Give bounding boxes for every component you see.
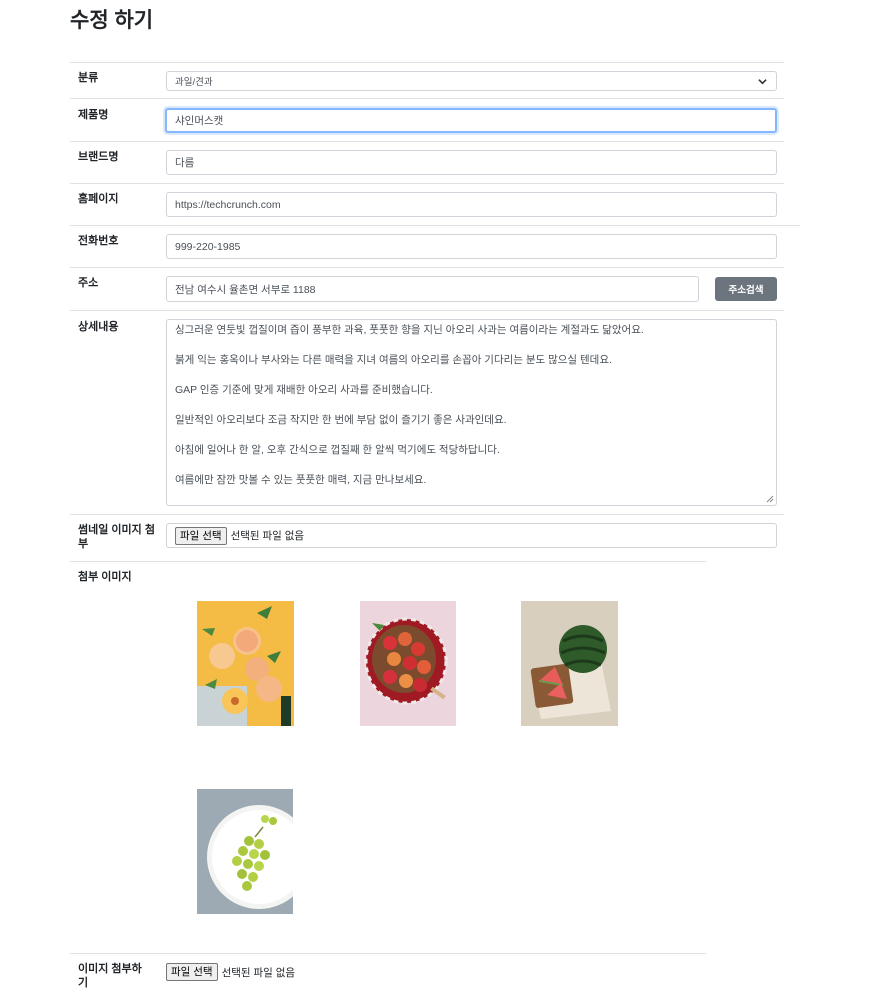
- brand-value: 다름: [175, 157, 195, 169]
- divider: [70, 225, 800, 226]
- homepage-value: https://techcrunch.com: [175, 198, 281, 211]
- details-line: 붉게 익는 홍옥이나 부사와는 다른 매력을 지녀 여름의 아오리를 손꼽아 기…: [175, 354, 612, 366]
- details-line: 일반적인 아오리보다 조금 작지만 한 번에 부담 없이 즐기기 좋은 사과인데…: [175, 414, 507, 426]
- category-select[interactable]: 과일/견과: [166, 71, 777, 91]
- address-value: 전남 여수시 율촌면 서부로 1188: [175, 283, 316, 296]
- brand-input[interactable]: 다름: [166, 150, 777, 175]
- attach-images-label: 이미지 첨부하기: [78, 963, 142, 989]
- divider: [70, 561, 706, 562]
- thumbnail-file-status: 선택된 파일 없음: [230, 530, 305, 542]
- details-line: GAP 인증 기준에 맞게 재배한 아오리 사과를 준비했습니다.: [175, 384, 433, 396]
- details-line: 싱그러운 연둣빛 껍질이며 즙이 풍부한 과육, 풋풋한 향을 지닌 아오리 사…: [175, 324, 644, 336]
- product-name-value: 샤인머스캣: [175, 115, 224, 127]
- attach-file-button[interactable]: 파일 선택: [166, 963, 218, 981]
- thumbnail-file-button[interactable]: 파일 선택: [175, 526, 227, 545]
- divider: [70, 953, 706, 954]
- homepage-input[interactable]: https://techcrunch.com: [166, 192, 777, 217]
- category-selected-value: 과일/견과: [175, 77, 213, 88]
- divider: [70, 310, 784, 311]
- divider: [70, 98, 784, 99]
- address-label: 주소: [78, 277, 99, 289]
- resize-handle-icon[interactable]: [766, 495, 774, 503]
- chevron-down-icon: [758, 79, 767, 85]
- divider: [70, 514, 784, 515]
- green-grapes-photo: [197, 789, 293, 914]
- thumbnail-label: 썸네일 이미지 첨부: [78, 524, 155, 550]
- phone-label: 전화번호: [78, 235, 119, 247]
- divider: [70, 267, 784, 268]
- address-search-button[interactable]: 주소검색: [715, 277, 777, 301]
- divider: [70, 141, 784, 142]
- attach-file-input[interactable]: 파일 선택 선택된 파일 없음: [166, 962, 295, 982]
- apples-basket-photo: [360, 601, 456, 726]
- details-line: 여름에만 잠깐 맛볼 수 있는 풋풋한 매력, 지금 만나보세요.: [175, 474, 427, 486]
- page-title: 수정 하기: [70, 9, 154, 32]
- thumbnail-file-input[interactable]: 파일 선택 선택된 파일 없음: [166, 523, 777, 548]
- attached-images-label: 첨부 이미지: [78, 571, 132, 583]
- category-label: 분류: [78, 72, 99, 84]
- details-textarea[interactable]: 싱그러운 연둣빛 껍질이며 즙이 풍부한 과육, 풋풋한 향을 지닌 아오리 사…: [166, 319, 777, 506]
- product-name-input[interactable]: 샤인머스캣: [165, 108, 777, 133]
- details-line: 아침에 일어나 한 알, 오후 간식으로 껍질째 한 알씩 먹기에도 적당하답니…: [175, 444, 500, 456]
- product-name-label: 제품명: [78, 109, 109, 121]
- homepage-label: 홈페이지: [78, 193, 119, 205]
- divider: [70, 62, 784, 63]
- attach-file-status: 선택된 파일 없음: [221, 966, 296, 979]
- peach-photo: [197, 601, 294, 726]
- divider: [70, 183, 784, 184]
- details-label: 상세내용: [78, 321, 119, 333]
- phone-input[interactable]: 999-220-1985: [166, 234, 777, 259]
- address-input[interactable]: 전남 여수시 율촌면 서부로 1188: [166, 276, 699, 302]
- brand-label: 브랜드명: [78, 151, 119, 163]
- watermelon-photo: [521, 601, 618, 726]
- phone-value: 999-220-1985: [175, 240, 241, 253]
